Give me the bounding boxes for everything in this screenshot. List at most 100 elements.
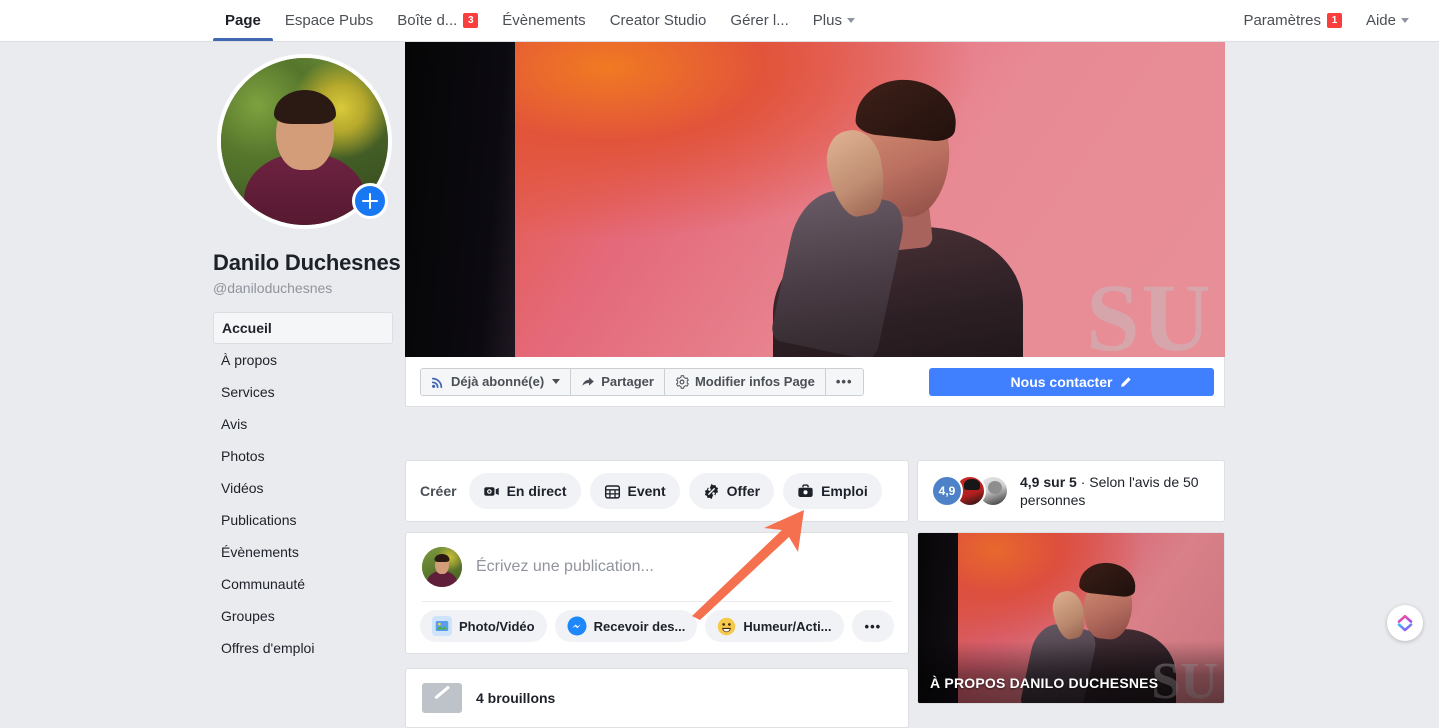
nav-item-v-nements[interactable]: Évènements xyxy=(490,0,597,41)
create-offer-label: Offer xyxy=(726,483,761,499)
sidebar-item-label: Photos xyxy=(221,448,265,464)
page-action-button-group: Déjà abonné(e) Partager Modifier infos P… xyxy=(420,367,864,396)
about-video-card[interactable]: SU À PROPOS DANILO DUCHESNES xyxy=(917,532,1225,704)
top-nav-items: Page Espace Pubs Boîte d... 3 Évènements Crea… xyxy=(213,0,867,41)
messenger-icon xyxy=(567,616,587,636)
chevron-stack-icon xyxy=(1397,614,1413,632)
right-sidebar: 4,9 4,9 sur 5 · Selon l'avis de 50 perso… xyxy=(917,42,1225,704)
page-handle: @daniloduchesnes xyxy=(213,280,333,296)
floating-widget-button[interactable] xyxy=(1387,605,1423,641)
nav-item-label: Paramètres xyxy=(1243,12,1321,29)
sidebar-item-services[interactable]: Services xyxy=(213,376,393,408)
edit-page-info-label: Modifier infos Page xyxy=(694,374,815,389)
create-job-label: Emploi xyxy=(821,483,868,499)
sidebar-item-v-nements[interactable]: Évènements xyxy=(213,536,393,568)
profile-picture-container[interactable] xyxy=(217,54,392,229)
nav-item-label: Creator Studio xyxy=(609,12,707,29)
sidebar-item-communaut[interactable]: Communauté xyxy=(213,568,393,600)
sidebar-item-accueil[interactable]: Accueil xyxy=(213,312,393,344)
rating-text: 4,9 sur 5 · Selon l'avis de 50 personnes xyxy=(1020,473,1211,509)
draft-pencil-icon xyxy=(422,683,462,713)
photo-icon xyxy=(432,616,452,636)
nav-item-label: Aide xyxy=(1365,12,1396,29)
calendar-icon xyxy=(604,483,621,500)
sidebar-item-vid-os[interactable]: Vidéos xyxy=(213,472,393,504)
nav-item-espace-pubs[interactable]: Espace Pubs xyxy=(273,0,385,41)
video-camera-icon xyxy=(483,483,500,500)
nav-item-label: Plus xyxy=(812,12,842,29)
add-photo-video-label: Photo/Vidéo xyxy=(459,618,535,634)
post-composer-card: Écrivez une publication... Photo/Vidéo R… xyxy=(405,532,909,654)
top-nav-right-items: Paramètres 1 Aide xyxy=(1231,0,1421,41)
sidebar-item-label: Accueil xyxy=(222,320,272,336)
create-event-label: Event xyxy=(627,483,666,499)
sidebar-item-label: Groupes xyxy=(221,608,275,624)
briefcase-icon xyxy=(797,483,814,500)
create-label: Créer xyxy=(420,483,457,499)
reviewer-avatars: 4,9 xyxy=(931,475,1009,507)
share-button[interactable]: Partager xyxy=(571,368,665,395)
sidebar-item-label: Avis xyxy=(221,416,248,432)
create-job-button[interactable]: Emploi xyxy=(783,473,882,509)
add-profile-photo-button[interactable] xyxy=(352,183,388,219)
sidebar-item-avis[interactable]: Avis xyxy=(213,408,393,440)
about-card-title: À PROPOS DANILO DUCHESNES xyxy=(930,675,1159,691)
feeling-activity-label: Humeur/Acti... xyxy=(743,618,832,634)
nav-item-plus[interactable]: Plus xyxy=(801,0,867,41)
cover-left-wall xyxy=(405,42,523,357)
nav-item-badge: 1 xyxy=(1326,13,1342,28)
percent-badge-icon xyxy=(703,483,720,500)
feeling-activity-button[interactable]: Humeur/Acti... xyxy=(705,610,844,642)
nav-item-aide[interactable]: Aide xyxy=(1354,0,1421,41)
nav-item-page[interactable]: Page xyxy=(213,0,273,41)
top-navigation-bar: Page Espace Pubs Boîte d... 3 Évènements Crea… xyxy=(0,0,1439,42)
gear-icon xyxy=(675,374,689,389)
sidebar-item-label: Services xyxy=(221,384,275,400)
sidebar-item-label: Offres d'emploi xyxy=(221,640,315,656)
rating-headline: 4,9 sur 5 xyxy=(1020,474,1077,490)
sidebar-item-label: Communauté xyxy=(221,576,306,592)
nav-item-param-tres[interactable]: Paramètres 1 xyxy=(1231,0,1354,41)
rating-card[interactable]: 4,9 4,9 sur 5 · Selon l'avis de 50 perso… xyxy=(917,460,1225,522)
edit-page-info-button[interactable]: Modifier infos Page xyxy=(664,368,826,395)
chevron-down-icon xyxy=(552,379,561,384)
create-offer-button[interactable]: Offer xyxy=(688,473,775,509)
nav-item-badge: 3 xyxy=(463,13,479,28)
get-messages-button[interactable]: Recevoir des... xyxy=(554,610,698,642)
already-following-label: Déjà abonné(e) xyxy=(451,374,545,389)
share-label: Partager xyxy=(601,374,654,389)
already-following-button[interactable]: Déjà abonné(e) xyxy=(421,368,572,395)
composer-more-button[interactable]: ••• xyxy=(851,610,895,642)
drafts-card[interactable]: 4 brouillons xyxy=(405,668,909,728)
nav-item-label: Évènements xyxy=(502,12,586,29)
get-messages-label: Recevoir des... xyxy=(593,618,686,634)
composer-actions-row: Photo/Vidéo Recevoir des... Humeur/Acti.… xyxy=(406,602,908,642)
nav-item-creator-studio[interactable]: Creator Studio xyxy=(598,0,719,41)
create-live-label: En direct xyxy=(506,483,567,499)
drafts-label: 4 brouillons xyxy=(476,690,556,706)
nav-item-g-rer-l[interactable]: Gérer l... xyxy=(718,0,800,41)
composer-top-row: Écrivez une publication... xyxy=(406,533,908,587)
about-card-scrim xyxy=(918,641,1224,703)
composer-input[interactable]: Écrivez une publication... xyxy=(476,558,654,576)
sidebar-item-publications[interactable]: Publications xyxy=(213,504,393,536)
sidebar-item-propos[interactable]: À propos xyxy=(213,344,393,376)
avatar-hair xyxy=(434,554,450,562)
sidebar-item-offres-d-emploi[interactable]: Offres d'emploi xyxy=(213,632,393,664)
nav-item-bo-te-d[interactable]: Boîte d... 3 xyxy=(385,0,490,41)
more-options-button[interactable]: ••• xyxy=(825,368,863,395)
nav-item-label: Boîte d... xyxy=(397,12,458,29)
sidebar-item-label: Évènements xyxy=(221,544,299,560)
sidebar-item-photos[interactable]: Photos xyxy=(213,440,393,472)
rss-icon xyxy=(431,375,445,389)
chevron-down-icon xyxy=(846,18,855,23)
page-body: Danilo Duchesnes @daniloduchesnes Accuei… xyxy=(0,42,1439,728)
add-photo-video-button[interactable]: Photo/Vidéo xyxy=(420,610,547,642)
sidebar-item-groupes[interactable]: Groupes xyxy=(213,600,393,632)
nav-item-label: Gérer l... xyxy=(730,12,789,29)
create-event-button[interactable]: Event xyxy=(589,473,680,509)
create-live-button[interactable]: En direct xyxy=(468,473,581,509)
page-title: Danilo Duchesnes xyxy=(213,250,401,275)
ellipsis-icon: ••• xyxy=(864,618,882,634)
avatar xyxy=(422,547,462,587)
